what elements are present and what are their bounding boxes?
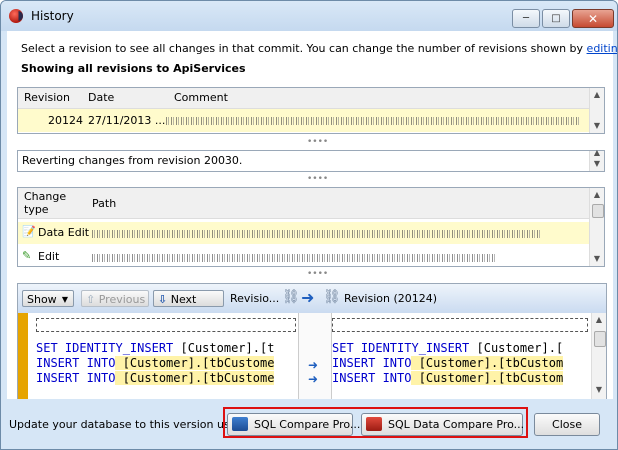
- page-title: Showing all revisions to ApiServices: [21, 62, 246, 75]
- scroll-up-arrow-icon[interactable]: ▲: [590, 88, 604, 102]
- scroll-down-arrow-icon[interactable]: ▼: [590, 252, 604, 266]
- splitter-handle[interactable]: ••••: [307, 138, 328, 147]
- revisions-header: Revision Date Comment: [18, 88, 590, 109]
- column-header-date[interactable]: Date: [88, 91, 114, 104]
- right-revision-label: Revision (20124): [344, 292, 438, 305]
- left-change-gutter: [18, 313, 28, 399]
- chevron-down-icon: ▼: [61, 295, 68, 304]
- commit-message-scrollbar[interactable]: ▲ ▼: [589, 148, 604, 171]
- pencil-icon: ✎: [22, 249, 32, 262]
- close-button[interactable]: Close: [534, 413, 600, 436]
- comment-cell-redacted: [166, 117, 580, 125]
- app-logo-icon: [9, 9, 23, 23]
- sql-data-compare-icon: [366, 417, 382, 431]
- diff-scrollbar[interactable]: ▲ ▼: [591, 313, 606, 399]
- sql-compare-button[interactable]: SQL Compare Pro...: [227, 413, 360, 436]
- scrollbar-thumb[interactable]: [592, 204, 604, 218]
- right-placeholder-line: [332, 318, 588, 332]
- database-icon: ⛓: [282, 289, 300, 305]
- maximize-icon: □: [551, 13, 561, 24]
- list-item[interactable]: ✎ Edit: [18, 246, 590, 266]
- commit-message: Reverting changes from revision 20030.: [22, 154, 243, 167]
- revision-cell: 20124: [48, 114, 83, 127]
- list-item[interactable]: 📝 Data Edit: [18, 222, 590, 244]
- edit-config-link[interactable]: editing a config: [587, 42, 617, 55]
- scroll-up-arrow-icon[interactable]: ▲: [590, 188, 604, 202]
- revisions-list[interactable]: Revision Date Comment 20124 27/11/2013 .…: [17, 87, 605, 134]
- change-type-label: Data Edit: [38, 226, 90, 239]
- changes-list[interactable]: Change type Path 📝 Data Edit ✎ Edit ▲ ▼: [17, 187, 605, 267]
- changes-scrollbar[interactable]: ▲ ▼: [589, 188, 604, 266]
- minimize-icon: ─: [522, 13, 530, 24]
- left-code-line: INSERT INTO [Customer].[tbCustome: [36, 371, 275, 385]
- table-row[interactable]: 20124 27/11/2013 ...: [18, 109, 590, 132]
- left-placeholder-line: [36, 318, 296, 332]
- splitter-handle[interactable]: ••••: [307, 175, 328, 184]
- arrow-up-icon: ⇧: [86, 293, 96, 306]
- dialog-content: Select a revision to see all changes in …: [7, 31, 617, 400]
- scroll-up-arrow-icon[interactable]: ▲: [590, 148, 604, 158]
- scrollbar-thumb[interactable]: [594, 331, 606, 347]
- footer-text: Update your database to this version usi…: [9, 418, 247, 431]
- scroll-down-arrow-icon[interactable]: ▼: [590, 119, 604, 133]
- arrow-right-icon: ➜: [301, 288, 315, 307]
- splitter-handle[interactable]: ••••: [307, 270, 328, 279]
- window-title: History: [31, 9, 74, 23]
- next-button[interactable]: ⇩ Next: [153, 290, 224, 307]
- column-header-comment[interactable]: Comment: [174, 91, 228, 104]
- scroll-down-arrow-icon[interactable]: ▼: [592, 383, 606, 397]
- scroll-up-arrow-icon[interactable]: ▲: [592, 313, 606, 327]
- change-type-label: Edit: [38, 250, 60, 263]
- path-cell-redacted: [92, 254, 496, 262]
- path-cell-redacted: [92, 230, 542, 238]
- footer-bar: Update your database to this version usi…: [1, 399, 617, 449]
- database-icon: ⛓: [323, 289, 341, 305]
- date-cell: 27/11/2013 ...: [88, 114, 166, 127]
- arrow-down-icon: ⇩: [158, 293, 168, 306]
- sql-compare-icon: [232, 417, 248, 431]
- close-icon: ✕: [587, 11, 599, 26]
- left-code-line: INSERT INTO [Customer].[tbCustome: [36, 356, 275, 370]
- arrow-right-icon: ➜: [308, 372, 319, 386]
- minimize-button[interactable]: ─: [512, 9, 540, 28]
- diff-view[interactable]: SET IDENTITY_INSERT [Customer].[t INSERT…: [17, 313, 607, 400]
- left-revision-label: Revisio...: [230, 292, 280, 305]
- right-code-line: INSERT INTO [Customer].[tbCustom: [332, 356, 564, 370]
- scroll-down-arrow-icon[interactable]: ▼: [590, 159, 604, 169]
- close-window-button[interactable]: ✕: [572, 9, 614, 28]
- sql-data-compare-button[interactable]: SQL Data Compare Pro...: [361, 413, 524, 436]
- right-code-line: INSERT INTO [Customer].[tbCustom: [332, 371, 564, 385]
- maximize-button[interactable]: □: [542, 9, 570, 28]
- left-code-line: SET IDENTITY_INSERT [Customer].[t: [36, 341, 275, 355]
- column-header-path[interactable]: Path: [92, 197, 116, 210]
- diff-connector: ➜ ➜: [298, 313, 332, 399]
- revisions-scrollbar[interactable]: ▲ ▼: [589, 88, 604, 133]
- column-header-revision[interactable]: Revision: [24, 91, 70, 104]
- previous-button[interactable]: ⇧ Previous: [81, 290, 149, 307]
- show-dropdown[interactable]: Show ▼: [22, 290, 74, 307]
- diff-toolbar: Show ▼ ⇧ Previous ⇩ Next Revisio... ⛓ ➜ …: [17, 283, 607, 315]
- arrow-right-icon: ➜: [308, 358, 319, 372]
- changes-header: Change type Path: [18, 188, 590, 219]
- title-bar[interactable]: History ─ □ ✕: [1, 1, 617, 31]
- history-window: History ─ □ ✕ Select a revision to see a…: [0, 0, 618, 450]
- column-header-change-type[interactable]: Change type: [24, 190, 66, 216]
- info-text: Select a revision to see all changes in …: [21, 42, 617, 55]
- commit-message-box[interactable]: Reverting changes from revision 20030. ▲…: [17, 148, 605, 172]
- data-edit-icon: 📝: [22, 225, 36, 238]
- right-code-line: SET IDENTITY_INSERT [Customer].[: [332, 341, 564, 355]
